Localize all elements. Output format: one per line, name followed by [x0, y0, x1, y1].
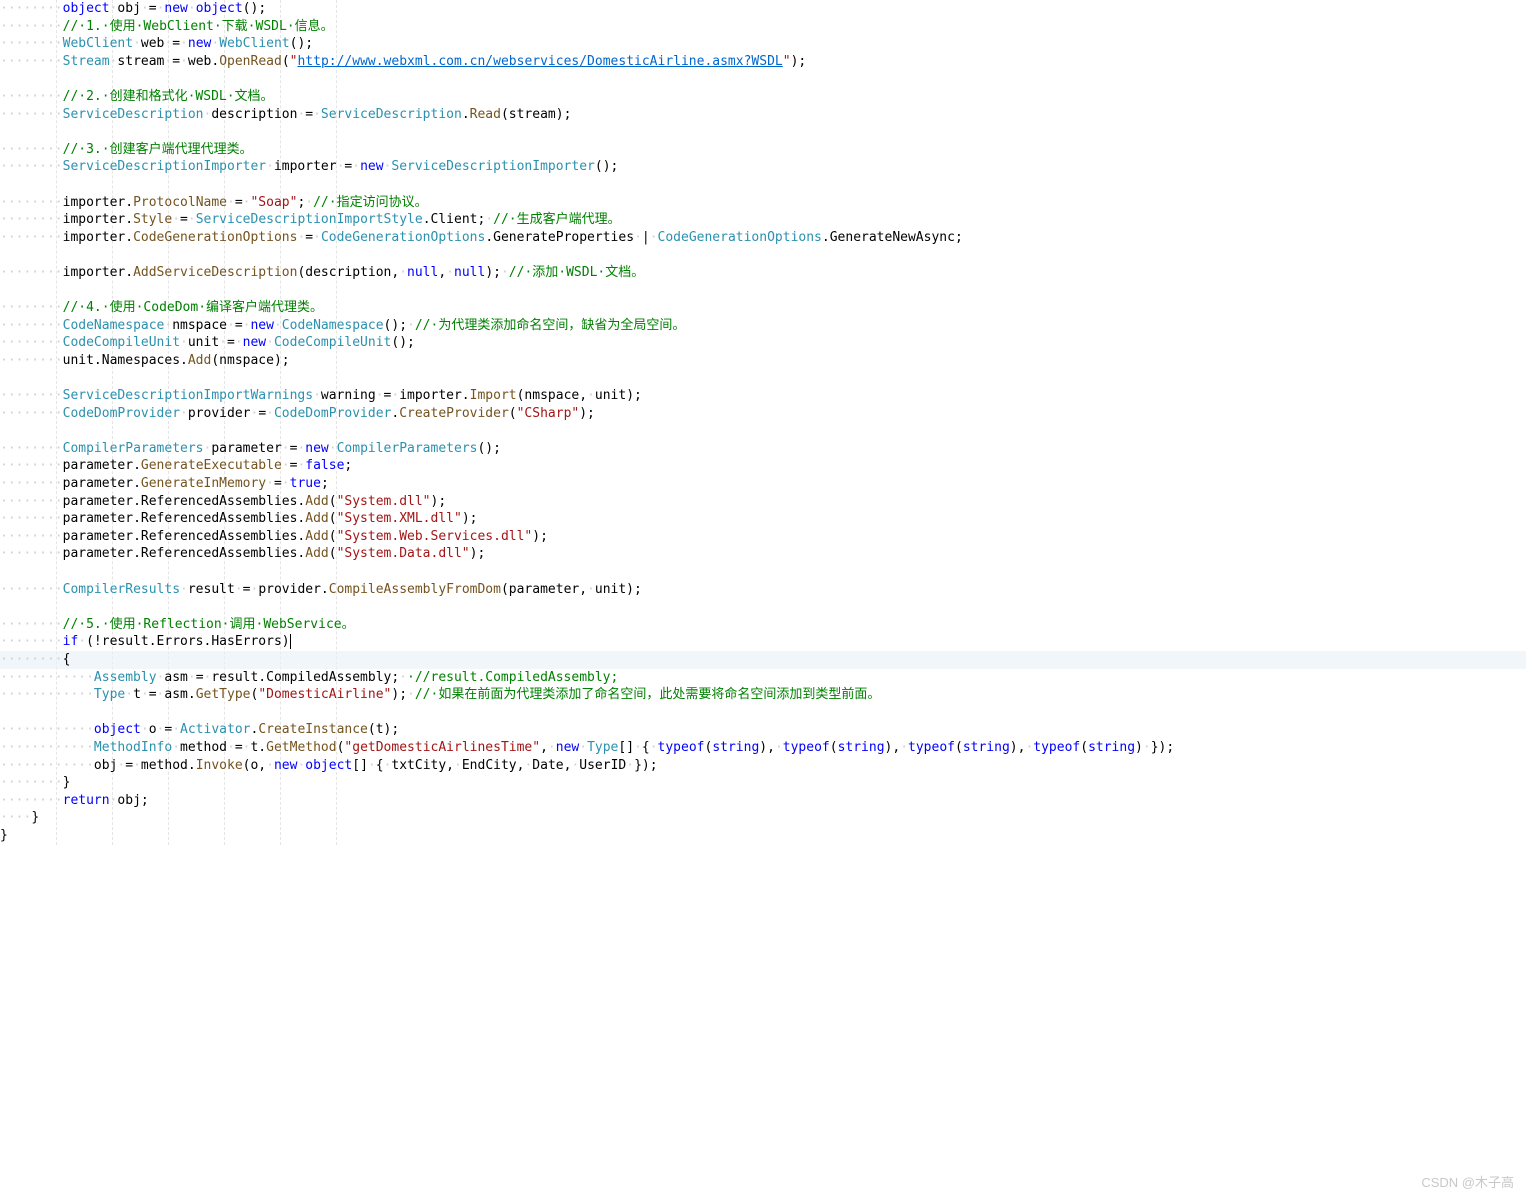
code-line[interactable]: ········{: [0, 651, 1526, 669]
code-line[interactable]: ········//·3.·创建客户端代理代理类。: [0, 141, 1526, 159]
code-line[interactable]: ········parameter.GenerateExecutable·=·f…: [0, 457, 1526, 475]
code-line[interactable]: ········if·(!result.Errors.HasErrors)​: [0, 633, 1526, 651]
code-line[interactable]: [0, 123, 1526, 141]
code-line[interactable]: ········importer.Style·=·ServiceDescript…: [0, 211, 1526, 229]
code-line[interactable]: ········parameter.ReferencedAssemblies.A…: [0, 528, 1526, 546]
code-line[interactable]: ········importer.ProtocolName·=·"Soap";·…: [0, 194, 1526, 212]
code-line[interactable]: [0, 246, 1526, 264]
code-line[interactable]: ········parameter.ReferencedAssemblies.A…: [0, 545, 1526, 563]
code-line[interactable]: ········unit.Namespaces.Add(nmspace);: [0, 352, 1526, 370]
code-line[interactable]: ········object·obj·=·new·object();: [0, 0, 1526, 18]
code-line[interactable]: ········ServiceDescriptionImportWarnings…: [0, 387, 1526, 405]
code-line[interactable]: ········//·2.·创建和格式化·WSDL·文档。: [0, 88, 1526, 106]
code-line[interactable]: ········importer.AddServiceDescription(d…: [0, 264, 1526, 282]
code-line[interactable]: ········}: [0, 774, 1526, 792]
code-line[interactable]: ········CompilerParameters·parameter·=·n…: [0, 440, 1526, 458]
code-line[interactable]: [0, 563, 1526, 581]
code-line[interactable]: ········CodeCompileUnit·unit·=·new·CodeC…: [0, 334, 1526, 352]
code-line[interactable]: ····}: [0, 809, 1526, 827]
code-line[interactable]: ········//·1.·使用·WebClient·下载·WSDL·信息。: [0, 18, 1526, 36]
code-line[interactable]: ········return·obj;: [0, 792, 1526, 810]
code-line[interactable]: ········CodeDomProvider·provider·=·CodeD…: [0, 405, 1526, 423]
code-editor-view[interactable]: ········object·obj·=·new·object();······…: [0, 0, 1526, 845]
code-line[interactable]: [0, 598, 1526, 616]
code-line[interactable]: ········Stream·stream·=·web.OpenRead("ht…: [0, 53, 1526, 71]
code-line[interactable]: ············Type·t·=·asm.GetType("Domest…: [0, 686, 1526, 704]
code-line[interactable]: [0, 704, 1526, 722]
code-line[interactable]: ········WebClient·web·=·new·WebClient();: [0, 35, 1526, 53]
code-line[interactable]: ········//·4.·使用·CodeDom·编译客户端代理类。: [0, 299, 1526, 317]
code-line[interactable]: ········parameter.GenerateInMemory·=·tru…: [0, 475, 1526, 493]
code-line[interactable]: [0, 282, 1526, 300]
code-line[interactable]: [0, 369, 1526, 387]
code-line[interactable]: ············obj·=·method.Invoke(o,·new·o…: [0, 757, 1526, 775]
code-line[interactable]: ········ServiceDescription·description·=…: [0, 106, 1526, 124]
code-line[interactable]: ········importer.CodeGenerationOptions·=…: [0, 229, 1526, 247]
code-line[interactable]: ········CodeNamespace·nmspace·=·new·Code…: [0, 317, 1526, 335]
code-line[interactable]: ············MethodInfo·method·=·t.GetMet…: [0, 739, 1526, 757]
code-line[interactable]: }: [0, 827, 1526, 845]
code-line[interactable]: ········parameter.ReferencedAssemblies.A…: [0, 510, 1526, 528]
code-line[interactable]: ········parameter.ReferencedAssemblies.A…: [0, 493, 1526, 511]
code-line[interactable]: ········CompilerResults·result·=·provide…: [0, 581, 1526, 599]
code-line[interactable]: ············Assembly·asm·=·result.Compil…: [0, 669, 1526, 687]
code-line[interactable]: [0, 70, 1526, 88]
code-line[interactable]: ········//·5.·使用·Reflection·调用·WebServic…: [0, 616, 1526, 634]
code-line[interactable]: ············object·o·=·Activator.CreateI…: [0, 721, 1526, 739]
code-line[interactable]: [0, 176, 1526, 194]
code-line[interactable]: ········ServiceDescriptionImporter·impor…: [0, 158, 1526, 176]
code-line[interactable]: [0, 422, 1526, 440]
watermark-text: CSDN @木子高: [1421, 1174, 1514, 1192]
